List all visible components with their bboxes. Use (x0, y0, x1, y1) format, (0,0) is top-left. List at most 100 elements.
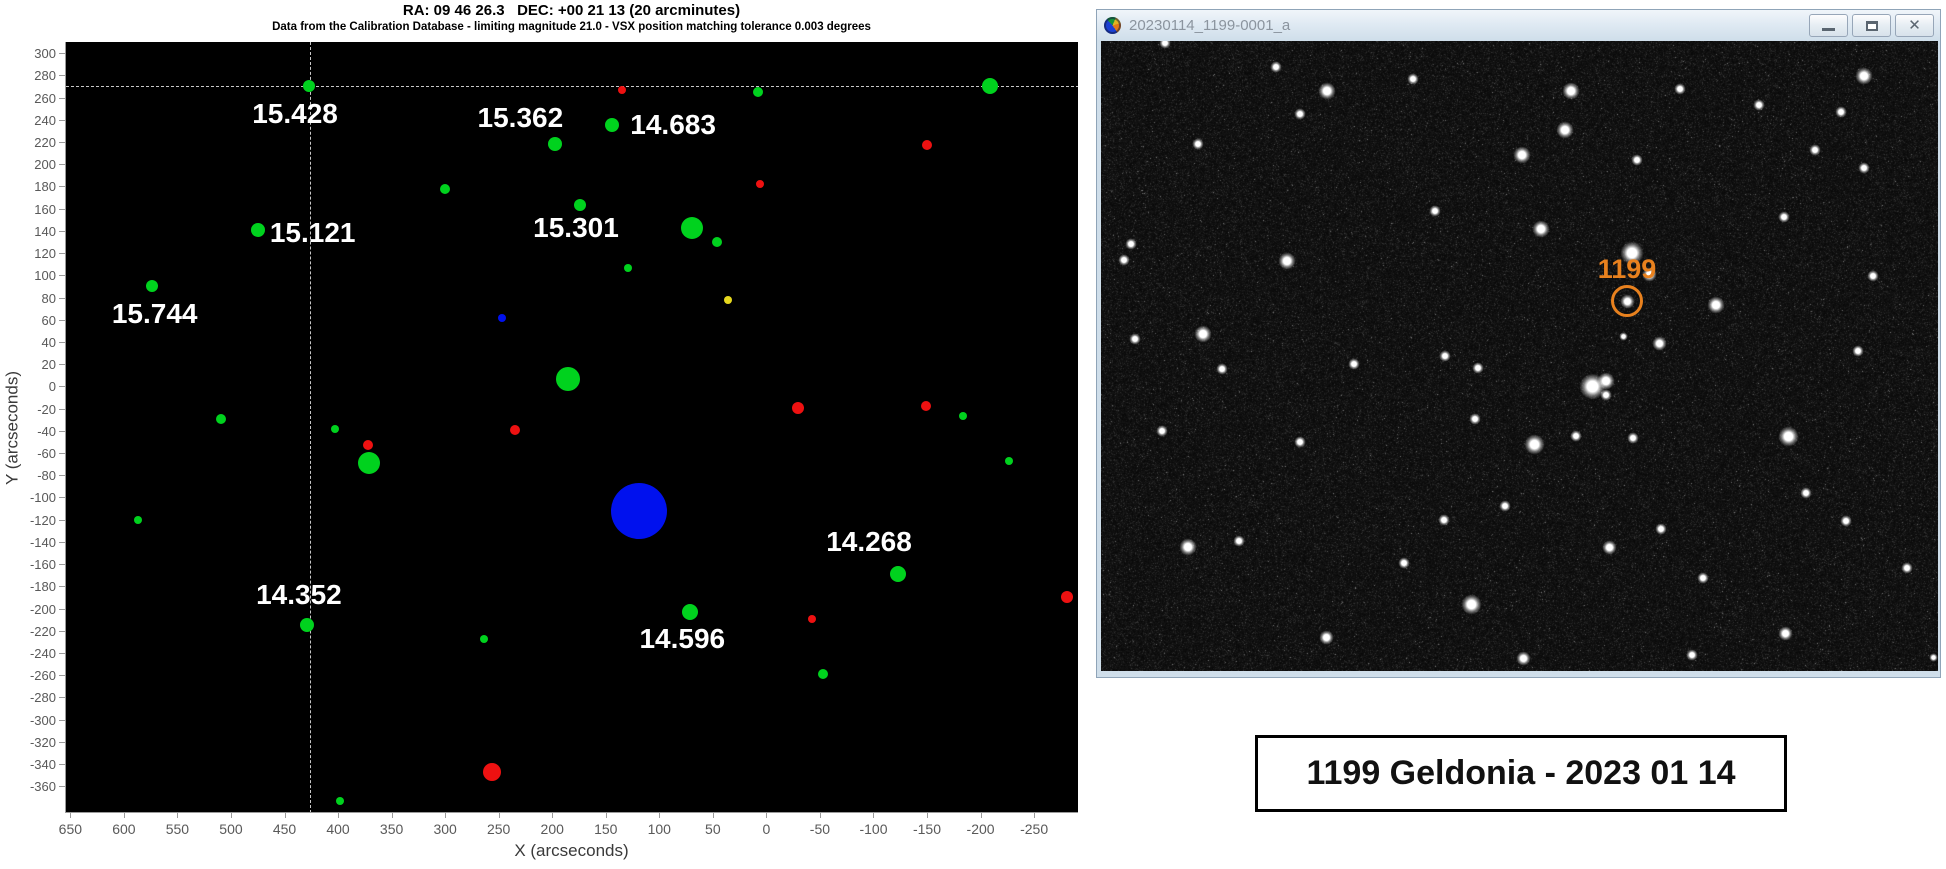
x-tick-mark (1034, 813, 1036, 818)
y-tick-mark (59, 741, 65, 743)
chart-dot-label: 15.428 (252, 98, 338, 130)
target-circle-icon (1611, 285, 1643, 317)
star (1777, 425, 1799, 447)
star (1601, 539, 1617, 555)
y-tick-mark (59, 497, 65, 499)
chart-dot (330, 424, 339, 433)
x-tick-mark (230, 813, 232, 818)
y-axis-label: Y (arcseconds) (2, 371, 22, 486)
close-button[interactable]: ✕ (1895, 14, 1934, 37)
chart-dot (556, 366, 581, 391)
x-tick-label: -250 (1020, 821, 1049, 837)
chart-dot-label: 15.301 (533, 212, 619, 244)
star (1469, 413, 1481, 425)
star (1118, 254, 1130, 266)
chart-dot (440, 183, 451, 194)
x-tick-mark (712, 813, 714, 818)
y-tick-mark (59, 164, 65, 166)
x-tick-label: 350 (379, 821, 404, 837)
y-tick-mark (59, 630, 65, 632)
chart-dot-label: 14.596 (639, 622, 726, 654)
y-tick-mark (59, 408, 65, 410)
x-tick-label: -200 (966, 821, 995, 837)
star (1179, 538, 1197, 556)
y-tick-mark (59, 75, 65, 77)
star (1618, 331, 1628, 341)
y-tick-mark (59, 653, 65, 655)
chart-dot-label: 15.362 (477, 102, 564, 134)
chart-dot (1061, 591, 1074, 604)
y-tick-mark (59, 608, 65, 610)
star (1809, 144, 1821, 156)
chart-dot (573, 199, 586, 212)
target-label: 1199 (1597, 254, 1657, 284)
y-tick-mark (59, 53, 65, 55)
star (1499, 500, 1511, 512)
x-tick-label: -100 (859, 821, 888, 837)
y-tick-mark (59, 319, 65, 321)
y-tick-mark (59, 275, 65, 277)
y-tick-mark (59, 364, 65, 366)
star (1928, 652, 1938, 662)
star (1570, 430, 1582, 442)
chart-dot (299, 618, 314, 633)
star (1407, 73, 1419, 85)
star (1439, 350, 1451, 362)
star (1294, 436, 1306, 448)
x-tick-mark (659, 813, 661, 818)
caption-text: 1199 Geldonia - 2023 01 14 (1306, 754, 1736, 792)
x-tick-label: 0 (762, 821, 771, 837)
star (1627, 432, 1639, 444)
chart-dot-label: 14.268 (826, 526, 912, 558)
chart-dot (712, 236, 723, 247)
chart-dot (959, 412, 968, 421)
minimize-button[interactable] (1809, 14, 1848, 37)
star (1556, 121, 1574, 139)
x-tick-label: 450 (272, 821, 297, 837)
chart-dot (610, 482, 667, 539)
star (1867, 270, 1879, 282)
y-tick-mark (59, 297, 65, 299)
y-tick-mark (59, 719, 65, 721)
chart-dot (303, 80, 316, 93)
star (1438, 514, 1450, 526)
app-icon (1104, 17, 1121, 34)
star (1600, 389, 1612, 401)
chart-dot (755, 180, 764, 189)
crosshair-vertical-line (310, 42, 312, 812)
star (1901, 562, 1913, 574)
x-tick-label: -150 (912, 821, 942, 837)
y-tick-mark (59, 208, 65, 210)
x-tick-mark (766, 813, 768, 818)
chart-dot (818, 669, 829, 680)
y-tick-mark (59, 564, 65, 566)
y-tick-mark (59, 230, 65, 232)
star (1348, 358, 1360, 370)
chart-dot (133, 515, 142, 524)
x-tick-mark (284, 813, 286, 818)
close-icon: ✕ (1908, 16, 1921, 34)
x-tick-label: -50 (809, 821, 831, 837)
star (1523, 433, 1545, 455)
window-titlebar[interactable]: 20230114_1199-0001_a ✕ (1097, 10, 1940, 41)
chart-subtitle: Data from the Calibration Database - lim… (272, 21, 871, 33)
star (1194, 325, 1212, 343)
x-tick-mark (391, 813, 393, 818)
x-tick-mark (605, 813, 607, 818)
x-tick-label: 50 (705, 821, 721, 837)
maximize-button[interactable] (1852, 14, 1891, 37)
star (1270, 61, 1282, 73)
screenshot-root: RA: 09 46 26.3 DEC: +00 21 13 (20 arcmin… (0, 0, 1946, 869)
chart-dot (921, 140, 932, 151)
star (1429, 205, 1441, 217)
chart-dot (723, 295, 732, 304)
star (1562, 82, 1580, 100)
x-tick-mark (873, 813, 875, 818)
chart-dot (624, 263, 633, 272)
star (1631, 154, 1643, 166)
chart-dot (336, 796, 345, 805)
star (1192, 138, 1204, 150)
crosshair-horizontal-line (66, 86, 1078, 88)
star (1835, 106, 1847, 118)
star (1655, 523, 1667, 535)
